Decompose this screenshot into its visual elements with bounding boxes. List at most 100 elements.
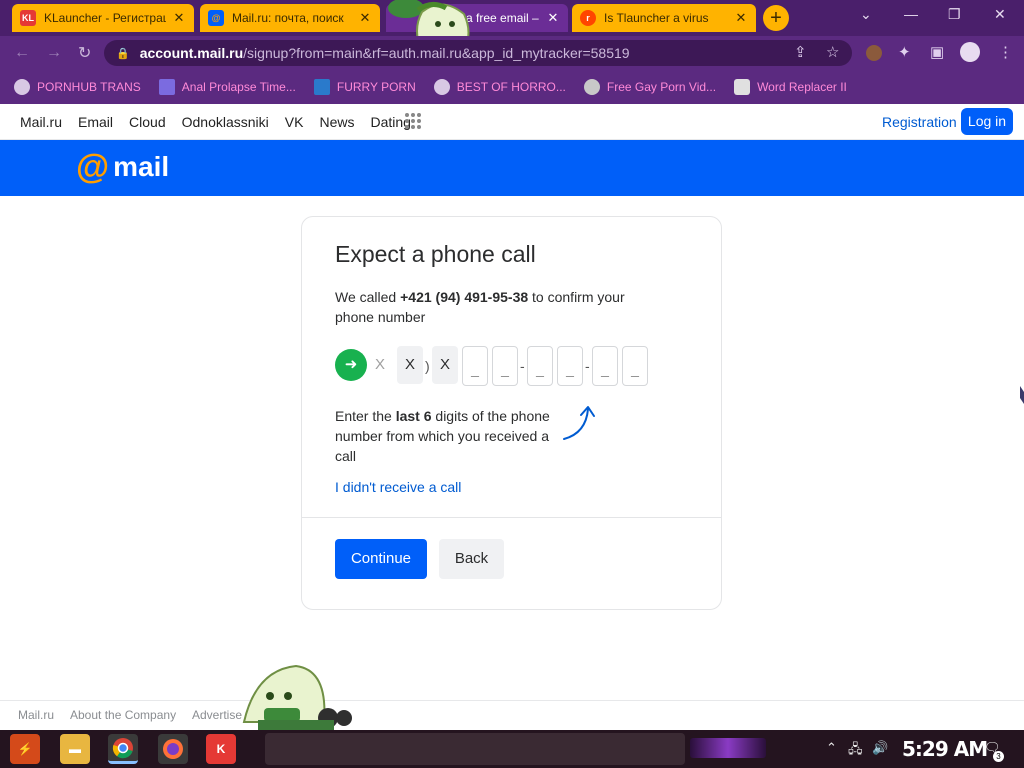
mailru-icon: @ bbox=[208, 10, 224, 26]
tab-title: Mail.ru: почта, поиск bbox=[232, 11, 344, 25]
bookmark-skull-icon bbox=[583, 79, 600, 95]
klauncher-icon: KL bbox=[20, 10, 36, 26]
nav-link-mailru[interactable]: Mail.ru bbox=[20, 114, 62, 130]
digit-dash: - bbox=[585, 358, 590, 374]
tab-title: KLauncher - Регистрация bbox=[44, 11, 166, 25]
incoming-call-icon: ➜ bbox=[335, 349, 367, 381]
digit-input-2[interactable]: _ bbox=[492, 346, 518, 386]
url-host: account.mail.ru bbox=[139, 45, 244, 61]
chrome-logo-icon bbox=[112, 737, 133, 758]
taskbar-decoration bbox=[690, 738, 766, 758]
network-icon[interactable]: 🖧 bbox=[848, 740, 863, 762]
digit-input-1[interactable]: _ bbox=[462, 346, 488, 386]
nav-link-vk[interactable]: VK bbox=[285, 114, 304, 130]
back-button[interactable]: Back bbox=[439, 539, 504, 579]
reddit-icon: r bbox=[580, 10, 596, 26]
mask-char: X bbox=[397, 346, 423, 384]
nav-link-news[interactable]: News bbox=[319, 114, 354, 130]
login-button[interactable]: Log in bbox=[961, 108, 1013, 135]
start-button[interactable]: ⚡ bbox=[10, 734, 40, 764]
curved-arrow-icon bbox=[563, 406, 595, 440]
digit-input-4[interactable]: _ bbox=[557, 346, 583, 386]
bookmark-item[interactable]: BEST OF HORRO... bbox=[433, 79, 566, 95]
bookmark-item[interactable]: FURRY PORN bbox=[313, 79, 416, 95]
share-icon[interactable]: ⇪ bbox=[794, 43, 807, 61]
apps-grid-icon[interactable] bbox=[405, 113, 421, 129]
digit-input-3[interactable]: _ bbox=[527, 346, 553, 386]
mask-char: X bbox=[432, 346, 458, 384]
file-explorer-icon[interactable]: ▬ bbox=[60, 734, 90, 764]
address-bar[interactable]: 🔒 account.mail.ru/signup?from=main&rf=au… bbox=[104, 40, 852, 66]
klauncher-taskbar-icon[interactable]: K bbox=[206, 734, 236, 764]
bookmark-globe-icon bbox=[433, 79, 450, 95]
tab-reddit[interactable]: r Is Tlauncher a virus ✕ bbox=[572, 4, 756, 32]
continue-button[interactable]: Continue bbox=[335, 539, 427, 579]
url-path: /signup?from=main&rf=auth.mail.ru&app_id… bbox=[243, 45, 630, 61]
cursor-arrow-icon bbox=[1020, 386, 1024, 404]
bookmark-wr-icon bbox=[734, 79, 751, 95]
mask-char: X bbox=[374, 356, 385, 373]
bookmarks-bar: PORNHUB TRANS Anal Prolapse Time... FURR… bbox=[0, 70, 1024, 104]
footer-link-mailru[interactable]: Mail.ru bbox=[18, 708, 54, 722]
call-description: We called +421 (94) 491-95-38 to confirm… bbox=[335, 289, 625, 325]
reload-icon[interactable]: ↻ bbox=[78, 43, 91, 63]
bookmark-sigma-icon bbox=[158, 79, 175, 95]
close-icon[interactable]: ✕ bbox=[358, 10, 372, 26]
digit-input-6[interactable]: _ bbox=[622, 346, 648, 386]
tab-title: Is Tlauncher a virus bbox=[604, 11, 709, 25]
lock-icon: 🔒 bbox=[116, 47, 130, 60]
digits-hint: Enter the last 6 digits of the phone num… bbox=[335, 408, 550, 464]
tab-klauncher[interactable]: KL KLauncher - Регистрация ✕ bbox=[12, 4, 194, 32]
tab-mailru[interactable]: @ Mail.ru: почта, поиск ✕ bbox=[200, 4, 380, 32]
new-tab-button[interactable]: + bbox=[763, 5, 789, 31]
chevron-down-icon[interactable]: ⌄ bbox=[860, 6, 872, 23]
close-icon[interactable]: ✕ bbox=[734, 10, 748, 26]
extension-avatar-icon[interactable] bbox=[866, 45, 882, 61]
profile-avatar-icon[interactable] bbox=[960, 42, 980, 62]
bookmark-item[interactable]: Free Gay Porn Vid... bbox=[583, 79, 716, 95]
bookmark-item[interactable]: Anal Prolapse Time... bbox=[158, 79, 296, 95]
nav-link-odnoklassniki[interactable]: Odnoklassniki bbox=[182, 114, 269, 130]
volume-icon[interactable]: 🔊 bbox=[872, 740, 888, 756]
puzzle-extensions-icon[interactable]: ✦ bbox=[898, 43, 911, 61]
digit-dash: - bbox=[520, 358, 525, 374]
bookmark-star-icon[interactable]: ☆ bbox=[826, 43, 839, 61]
taskbar-clock[interactable]: 5:29 AM bbox=[902, 737, 988, 761]
no-call-link[interactable]: I didn't receive a call bbox=[335, 479, 461, 495]
nav-link-email[interactable]: Email bbox=[78, 114, 113, 130]
mailru-logo[interactable]: @ mail bbox=[76, 150, 169, 184]
firefox-icon[interactable] bbox=[158, 734, 188, 764]
maximize-button[interactable]: ❐ bbox=[948, 6, 961, 23]
mask-paren: ) bbox=[425, 358, 430, 374]
card-title: Expect a phone call bbox=[335, 241, 536, 267]
bookmark-item[interactable]: Word Replacer II bbox=[734, 79, 847, 95]
digit-input-5[interactable]: _ bbox=[592, 346, 618, 386]
close-icon[interactable]: ✕ bbox=[172, 10, 186, 26]
footer-link-about[interactable]: About the Company bbox=[70, 708, 176, 722]
side-panel-icon[interactable]: ▣ bbox=[930, 43, 944, 61]
bookmark-item[interactable]: PORNHUB TRANS bbox=[14, 79, 141, 95]
logo-text: mail bbox=[113, 151, 170, 182]
logo-at-symbol: @ bbox=[76, 148, 110, 186]
taskbar-wallpaper-strip bbox=[265, 733, 685, 765]
page-footer: Mail.ru About the Company Advertise bbox=[0, 700, 1024, 730]
footer-link-advertise[interactable]: Advertise bbox=[192, 708, 242, 722]
registration-link[interactable]: Registration bbox=[882, 114, 957, 130]
firefox-logo-icon bbox=[163, 739, 183, 759]
forward-arrow-icon[interactable]: → bbox=[46, 44, 62, 62]
nav-link-cloud[interactable]: Cloud bbox=[129, 114, 166, 130]
close-icon[interactable]: ✕ bbox=[546, 10, 560, 26]
portal-nav: Mail.ru Email Cloud Odnoklassniki VK New… bbox=[0, 104, 1024, 140]
bookmark-globe-icon bbox=[14, 79, 30, 95]
back-arrow-icon[interactable]: ← bbox=[14, 44, 30, 62]
bookmark-lambda-icon bbox=[313, 79, 330, 95]
phone-number: +421 (94) 491-95-38 bbox=[400, 289, 529, 305]
window-close-button[interactable]: ✕ bbox=[994, 6, 1006, 23]
phone-call-card: Expect a phone call We called +421 (94) … bbox=[301, 216, 722, 610]
chrome-icon[interactable] bbox=[108, 734, 138, 764]
minimize-button[interactable]: — bbox=[904, 6, 918, 22]
card-divider bbox=[302, 517, 721, 518]
mascot-sticker-bottom bbox=[242, 664, 352, 734]
tray-chevron-icon[interactable]: ⌃ bbox=[826, 740, 837, 756]
menu-kebab-icon[interactable]: ⋮ bbox=[998, 43, 1013, 61]
